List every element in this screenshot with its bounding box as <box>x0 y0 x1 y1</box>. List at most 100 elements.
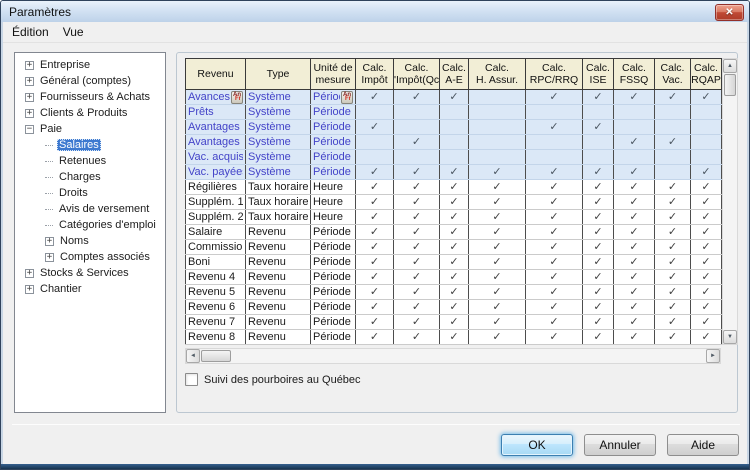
check-cell[interactable]: ✓ <box>614 300 655 315</box>
check-cell[interactable]: ✓ <box>394 330 440 345</box>
cell-type[interactable]: Taux horaire <box>246 210 311 225</box>
tree-item-clients-produits[interactable]: +Clients & Produits <box>19 105 163 121</box>
horizontal-scroll-thumb[interactable] <box>201 350 231 362</box>
check-cell[interactable]: ✓ <box>526 240 583 255</box>
cell-revenu[interactable]: Avantages Qc <box>186 135 246 150</box>
check-cell[interactable] <box>583 135 614 150</box>
cell-revenu[interactable]: Vac. payées <box>186 165 246 180</box>
check-cell[interactable]: ✓ <box>614 285 655 300</box>
cell-type[interactable]: Système <box>246 105 311 120</box>
check-cell[interactable] <box>440 150 469 165</box>
check-cell[interactable] <box>614 150 655 165</box>
cell-type[interactable]: Revenu <box>246 270 311 285</box>
language-toggle-icon[interactable]: AnFr <box>341 91 353 104</box>
check-cell[interactable]: ✓ <box>469 180 526 195</box>
horizontal-scrollbar[interactable]: ◄ ► <box>185 348 721 364</box>
tree-item-paie[interactable]: −Paie <box>19 121 163 137</box>
check-cell[interactable]: ✓ <box>691 225 722 240</box>
check-cell[interactable]: ✓ <box>691 255 722 270</box>
check-cell[interactable]: ✓ <box>655 210 691 225</box>
check-cell[interactable] <box>526 135 583 150</box>
check-cell[interactable]: ✓ <box>526 315 583 330</box>
cell-unite[interactable]: Heure <box>311 180 356 195</box>
tree-expand-icon[interactable]: + <box>25 77 34 86</box>
check-cell[interactable]: ✓ <box>356 255 394 270</box>
cell-revenu[interactable]: Commission <box>186 240 246 255</box>
check-cell[interactable]: ✓ <box>526 180 583 195</box>
tree-expand-icon[interactable]: + <box>25 285 34 294</box>
tree-item-retenues[interactable]: Retenues <box>19 153 163 169</box>
cell-type[interactable]: Taux horaire <box>246 180 311 195</box>
check-cell[interactable]: ✓ <box>469 165 526 180</box>
tree-expand-icon[interactable]: + <box>45 253 54 262</box>
cell-revenu[interactable]: Salaire <box>186 225 246 240</box>
vertical-scroll-track[interactable] <box>723 97 737 330</box>
check-cell[interactable]: ✓ <box>440 270 469 285</box>
check-cell[interactable]: ✓ <box>691 195 722 210</box>
check-cell[interactable]: ✓ <box>655 300 691 315</box>
tree-item-general-comptes[interactable]: +Général (comptes) <box>19 73 163 89</box>
check-cell[interactable]: ✓ <box>614 315 655 330</box>
cell-type[interactable]: Système <box>246 165 311 180</box>
cell-revenu[interactable]: AvancesAnFr <box>186 90 246 105</box>
cell-unite[interactable]: Période <box>311 330 356 345</box>
check-cell[interactable]: ✓ <box>526 225 583 240</box>
check-cell[interactable]: ✓ <box>526 330 583 345</box>
titlebar[interactable]: Paramètres ✕ <box>1 1 749 22</box>
check-cell[interactable] <box>691 150 722 165</box>
tree-item-fournisseurs-achats[interactable]: +Fournisseurs & Achats <box>19 89 163 105</box>
cell-revenu[interactable]: Avantages <box>186 120 246 135</box>
check-cell[interactable]: ✓ <box>614 210 655 225</box>
cell-type[interactable]: Revenu <box>246 285 311 300</box>
ok-button[interactable]: OK <box>501 434 573 456</box>
vertical-scrollbar[interactable]: ▲ ▼ <box>722 58 738 345</box>
cell-type[interactable]: Système <box>246 150 311 165</box>
check-cell[interactable]: ✓ <box>356 330 394 345</box>
cell-unite[interactable]: Période <box>311 255 356 270</box>
check-cell[interactable] <box>583 105 614 120</box>
check-cell[interactable]: ✓ <box>655 315 691 330</box>
check-cell[interactable] <box>691 105 722 120</box>
check-cell[interactable]: ✓ <box>469 330 526 345</box>
check-cell[interactable] <box>655 150 691 165</box>
check-cell[interactable]: ✓ <box>614 240 655 255</box>
check-cell[interactable]: ✓ <box>614 135 655 150</box>
check-cell[interactable]: ✓ <box>691 240 722 255</box>
cell-type[interactable]: Revenu <box>246 240 311 255</box>
check-cell[interactable]: ✓ <box>655 240 691 255</box>
check-cell[interactable]: ✓ <box>440 210 469 225</box>
check-cell[interactable]: ✓ <box>614 270 655 285</box>
cancel-button[interactable]: Annuler <box>584 434 656 456</box>
check-cell[interactable]: ✓ <box>469 285 526 300</box>
check-cell[interactable]: ✓ <box>469 240 526 255</box>
check-cell[interactable]: ✓ <box>655 330 691 345</box>
check-cell[interactable]: ✓ <box>394 225 440 240</box>
cell-type[interactable]: Revenu <box>246 330 311 345</box>
check-cell[interactable]: ✓ <box>356 180 394 195</box>
check-cell[interactable] <box>440 105 469 120</box>
tree-item-comptes-associes[interactable]: +Comptes associés <box>19 249 163 265</box>
cell-unite[interactable]: Période <box>311 165 356 180</box>
check-cell[interactable]: ✓ <box>691 180 722 195</box>
check-cell[interactable]: ✓ <box>440 255 469 270</box>
check-cell[interactable]: ✓ <box>394 135 440 150</box>
horizontal-scroll-track[interactable] <box>232 349 706 363</box>
check-cell[interactable]: ✓ <box>440 225 469 240</box>
check-cell[interactable] <box>614 105 655 120</box>
check-cell[interactable]: ✓ <box>526 165 583 180</box>
check-cell[interactable] <box>469 135 526 150</box>
check-cell[interactable]: ✓ <box>394 300 440 315</box>
cell-unite[interactable]: Période <box>311 225 356 240</box>
check-cell[interactable]: ✓ <box>469 270 526 285</box>
close-button[interactable]: ✕ <box>715 4 744 21</box>
check-cell[interactable] <box>655 165 691 180</box>
check-cell[interactable]: ✓ <box>614 90 655 105</box>
check-cell[interactable]: ✓ <box>691 210 722 225</box>
check-cell[interactable]: ✓ <box>469 195 526 210</box>
tree-item-charges[interactable]: Charges <box>19 169 163 185</box>
check-cell[interactable]: ✓ <box>356 210 394 225</box>
check-cell[interactable]: ✓ <box>655 195 691 210</box>
check-cell[interactable]: ✓ <box>440 300 469 315</box>
check-cell[interactable]: ✓ <box>614 180 655 195</box>
scroll-down-icon[interactable]: ▼ <box>723 330 737 344</box>
